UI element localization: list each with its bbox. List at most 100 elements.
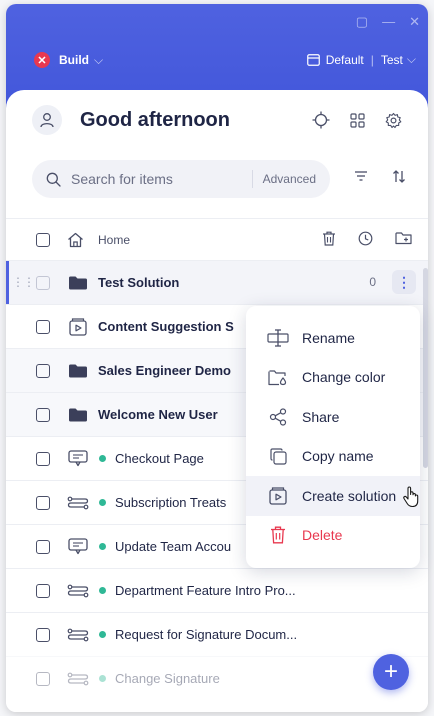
environment-selector[interactable]: ✕ Build ⌵: [34, 52, 103, 68]
item-label: Change Signature: [115, 671, 220, 686]
bulk-actions: [322, 231, 412, 246]
crosshair-icon[interactable]: [312, 111, 330, 129]
menu-item-share[interactable]: Share: [246, 397, 420, 437]
menu-item-label: Copy name: [302, 448, 374, 465]
menu-item-change-color[interactable]: Change color: [246, 358, 420, 398]
item-label: Update Team Accou: [115, 539, 232, 554]
grid-icon[interactable]: [350, 112, 365, 128]
item-checkbox[interactable]: [36, 627, 50, 642]
folder-icon: [67, 408, 89, 422]
minimize-icon[interactable]: —: [382, 14, 395, 30]
clock-icon[interactable]: [358, 231, 373, 246]
trash-icon[interactable]: [322, 231, 336, 246]
published-status-icon: [99, 631, 106, 638]
solution-icon: [266, 487, 290, 505]
flow-icon: [67, 496, 89, 510]
window-controls: ▢ — ✕: [356, 14, 420, 30]
chevron-down-icon: ⌵: [406, 52, 416, 66]
item-checkbox[interactable]: [36, 407, 50, 422]
context-menu: Rename Change color Share Copy name Crea…: [246, 306, 420, 568]
item-checkbox[interactable]: [36, 275, 50, 290]
item-checkbox[interactable]: [36, 495, 50, 510]
menu-item-label: Create solution: [302, 487, 397, 504]
filter-icon[interactable]: [354, 170, 368, 182]
menu-item-label: Delete: [302, 527, 343, 544]
breadcrumb-home-label[interactable]: Home: [98, 233, 130, 247]
search-box: Advanced: [32, 160, 330, 198]
item-label: Request for Signature Docum...: [115, 627, 298, 642]
list-item[interactable]: Change Signature: [6, 656, 428, 700]
menu-item-label: Rename: [302, 329, 355, 346]
published-status-icon: [99, 675, 106, 682]
smarttip-icon: [67, 537, 89, 556]
search-input[interactable]: [71, 171, 231, 187]
advanced-search-button[interactable]: Advanced: [251, 170, 316, 188]
workspace-env: Test: [380, 52, 403, 67]
trash-icon: [266, 526, 290, 544]
item-checkbox[interactable]: [36, 583, 50, 598]
greeting-title: Good afternoon: [80, 108, 230, 131]
flow-icon: [67, 584, 89, 598]
item-label: Content Suggestion S: [98, 319, 234, 334]
published-status-icon: [99, 499, 106, 506]
hand-cursor-icon: [403, 486, 419, 508]
menu-item-create-solution[interactable]: Create solution: [246, 476, 420, 516]
item-label: Department Feature Intro Pro...: [115, 583, 296, 598]
item-checkbox[interactable]: [36, 451, 50, 466]
item-count: 0: [369, 275, 376, 289]
item-label: Welcome New User: [98, 407, 218, 422]
dock-icon[interactable]: ▢: [356, 14, 368, 30]
list-item[interactable]: ⋮⋮ Test Solution 0 ⋮: [6, 260, 428, 305]
sort-icon[interactable]: [392, 170, 406, 183]
environment-name: Build: [59, 53, 89, 67]
solution-icon: [67, 317, 89, 336]
item-label: Sales Engineer Demo: [98, 363, 231, 378]
select-all-checkbox[interactable]: [36, 232, 50, 247]
workspace-name: Default: [325, 52, 364, 67]
item-label: Test Solution: [98, 275, 180, 290]
menu-item-rename[interactable]: Rename: [246, 318, 420, 358]
folder-icon: [67, 276, 89, 290]
greeting-bar: Good afternoon: [32, 104, 402, 136]
copy-icon: [266, 448, 290, 465]
greeting-actions: [312, 104, 402, 136]
rename-icon: [266, 329, 290, 347]
published-status-icon: [99, 543, 106, 550]
share-icon: [266, 408, 290, 426]
published-status-icon: [99, 455, 106, 462]
folder-icon: [67, 364, 89, 378]
close-icon[interactable]: ✕: [409, 14, 420, 30]
workspace-separator: |: [370, 52, 374, 67]
paint-bucket-icon: [266, 369, 290, 386]
breadcrumb: Home: [6, 218, 428, 260]
published-status-icon: [99, 587, 106, 594]
drag-handle-icon[interactable]: ⋮⋮: [12, 275, 35, 289]
flow-icon: [67, 672, 89, 686]
list-scrollbar[interactable]: [423, 268, 428, 468]
avatar[interactable]: [32, 105, 62, 135]
new-folder-icon[interactable]: [395, 231, 412, 245]
add-item-button[interactable]: +: [373, 654, 409, 690]
flow-icon: [67, 628, 89, 642]
home-icon[interactable]: [67, 232, 84, 248]
menu-item-delete[interactable]: Delete: [246, 516, 420, 556]
item-label: Checkout Page: [115, 451, 204, 466]
item-checkbox[interactable]: [36, 319, 50, 334]
menu-item-label: Share: [302, 408, 340, 425]
gear-icon[interactable]: [385, 112, 402, 129]
user-icon: [40, 113, 54, 128]
list-item[interactable]: Request for Signature Docum...: [6, 612, 428, 656]
item-checkbox[interactable]: [36, 539, 50, 554]
workspace-selector[interactable]: Default | Test ⌵: [306, 52, 416, 67]
menu-item-copy-name[interactable]: Copy name: [246, 437, 420, 477]
item-label: Subscription Treats: [115, 495, 227, 510]
chevron-down-icon: ⌵: [94, 52, 104, 67]
list-tools: [354, 170, 406, 183]
menu-item-label: Change color: [302, 369, 386, 386]
search-icon: [46, 172, 61, 187]
more-options-button[interactable]: ⋮: [392, 270, 416, 294]
item-checkbox[interactable]: [36, 363, 50, 378]
list-item[interactable]: Department Feature Intro Pro...: [6, 568, 428, 612]
item-checkbox[interactable]: [36, 671, 50, 686]
workspace-icon: [306, 53, 320, 66]
